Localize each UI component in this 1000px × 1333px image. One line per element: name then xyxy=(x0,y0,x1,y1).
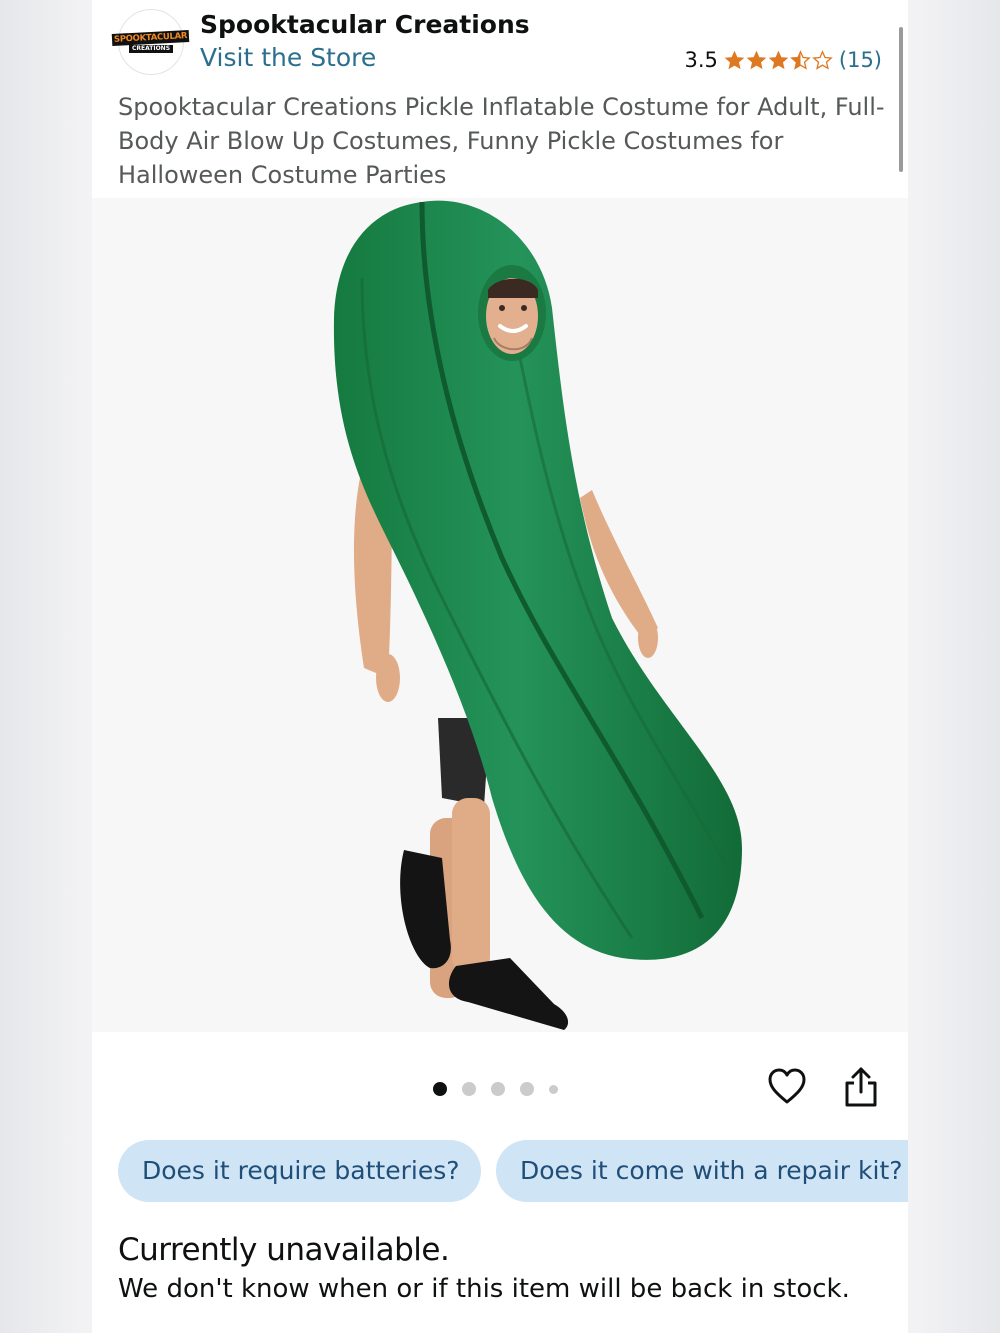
rating-value: 3.5 xyxy=(684,48,718,72)
share-icon xyxy=(845,1067,877,1107)
star-full-icon xyxy=(768,50,789,69)
product-photo[interactable] xyxy=(92,198,908,1032)
wishlist-button[interactable] xyxy=(766,1066,808,1108)
pickle-costume-illustration xyxy=(92,198,908,1032)
rating-stars xyxy=(724,49,833,71)
rating-summary[interactable]: 3.5 (15) xyxy=(684,46,882,74)
product-title: Spooktacular Creations Pickle Inflatable… xyxy=(118,93,885,189)
availability-status: Currently unavailable. xyxy=(118,1232,450,1268)
share-button[interactable] xyxy=(842,1066,880,1108)
carousel-dot[interactable] xyxy=(491,1082,505,1096)
heart-icon xyxy=(768,1068,806,1104)
rating-count: (15) xyxy=(838,48,882,72)
brand-logo-text: SPOOKTACULAR xyxy=(112,29,190,46)
availability-message: We don't know when or if this item will … xyxy=(118,1274,850,1304)
brand-logo-subtext: CREATIONS xyxy=(128,44,174,53)
scrollbar[interactable] xyxy=(899,27,903,172)
carousel-dot[interactable] xyxy=(520,1082,534,1096)
carousel-dot[interactable] xyxy=(433,1082,447,1096)
brand-name: Spooktacular Creations xyxy=(200,10,530,39)
star-empty-icon xyxy=(812,49,833,70)
question-chip-batteries[interactable]: Does it require batteries? xyxy=(118,1140,481,1202)
visit-store-link[interactable]: Visit the Store xyxy=(200,43,376,72)
brand-logo[interactable]: SPOOKTACULAR CREATIONS xyxy=(112,9,190,75)
question-chip-repair-kit[interactable]: Does it come with a repair kit? xyxy=(496,1140,908,1202)
product-card: SPOOKTACULAR CREATIONS Spooktacular Crea… xyxy=(92,0,908,1333)
star-half-icon xyxy=(790,49,811,70)
star-full-icon xyxy=(746,50,767,69)
image-carousel-dots[interactable] xyxy=(433,1080,558,1098)
carousel-dot[interactable] xyxy=(462,1082,476,1096)
star-full-icon xyxy=(724,50,745,69)
carousel-dot[interactable] xyxy=(549,1084,558,1094)
